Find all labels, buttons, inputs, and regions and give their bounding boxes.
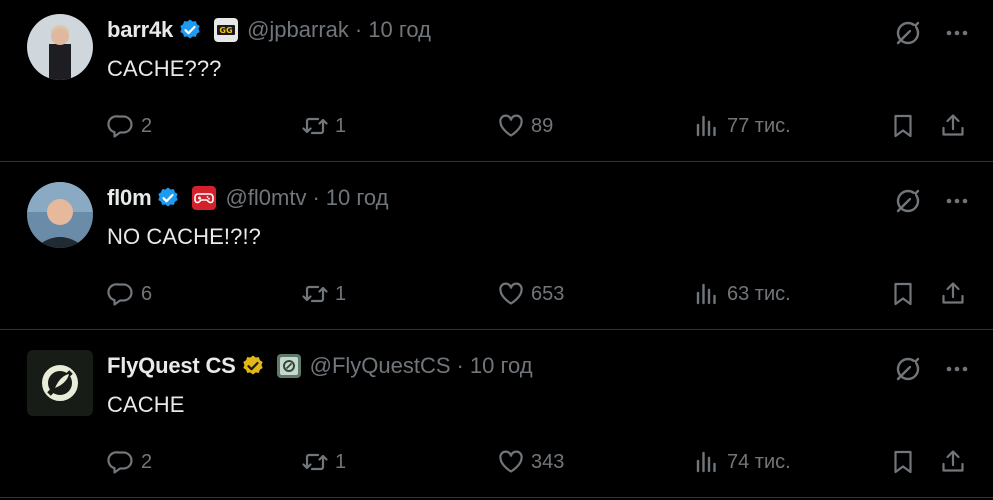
share-button[interactable] xyxy=(939,276,967,312)
reply-icon xyxy=(107,283,133,306)
retweet-icon xyxy=(302,117,328,135)
more-options-icon[interactable] xyxy=(943,187,971,215)
verified-badge-icon xyxy=(178,18,202,42)
grok-icon[interactable] xyxy=(893,354,923,384)
heart-icon xyxy=(499,282,523,305)
tweet-feed: barr4k GG @jpbarrak · 10 год CACHE??? 2 xyxy=(0,0,993,500)
analytics-icon xyxy=(696,451,716,473)
retweet-button[interactable]: 1 xyxy=(301,276,346,312)
reply-count: 6 xyxy=(141,282,153,305)
avatar[interactable] xyxy=(27,350,93,416)
tweet-actions: 2 1 343 74 тис. xyxy=(107,444,973,480)
bookmark-icon xyxy=(894,450,912,474)
analytics-icon xyxy=(696,283,716,305)
grok-icon[interactable] xyxy=(893,18,923,48)
views-count: 74 тис. xyxy=(727,450,791,473)
retweet-count: 1 xyxy=(335,114,347,137)
tweet-top-actions xyxy=(893,18,971,48)
flyquest-org-icon[interactable] xyxy=(276,354,301,378)
views-button[interactable]: 77 тис. xyxy=(693,108,791,144)
separator-dot: · xyxy=(312,185,320,210)
tweet[interactable]: FlyQuest CS @FlyQuestCS · 10 год CACHE 2 xyxy=(0,330,993,498)
share-button[interactable] xyxy=(939,444,967,480)
tweet-text: CACHE??? xyxy=(107,56,222,81)
share-icon xyxy=(942,450,964,472)
reply-button[interactable]: 6 xyxy=(107,276,152,312)
share-icon xyxy=(942,114,964,136)
avatar[interactable] xyxy=(27,14,93,80)
timestamp[interactable]: 10 год xyxy=(326,185,389,211)
heart-icon xyxy=(499,114,523,137)
grok-icon[interactable] xyxy=(893,186,923,216)
bookmark-button[interactable] xyxy=(889,108,917,144)
avatar[interactable] xyxy=(27,182,93,248)
display-name[interactable]: fl0m xyxy=(107,185,152,211)
user-handle[interactable]: @fl0mtv xyxy=(225,185,306,211)
analytics-icon xyxy=(696,115,716,137)
reply-button[interactable]: 2 xyxy=(107,108,152,144)
heart-icon xyxy=(499,450,523,473)
tweet[interactable]: barr4k GG @jpbarrak · 10 год CACHE??? 2 xyxy=(0,0,993,162)
separator-dot: · xyxy=(456,353,464,378)
more-options-icon[interactable] xyxy=(943,19,971,47)
reply-count: 2 xyxy=(141,114,153,137)
retweet-icon xyxy=(302,453,328,471)
retweet-button[interactable]: 1 xyxy=(301,108,346,144)
user-handle[interactable]: @jpbarrak xyxy=(247,17,349,43)
tweet-top-actions xyxy=(893,186,971,216)
display-name[interactable]: FlyQuest CS xyxy=(107,353,236,379)
share-icon xyxy=(942,282,964,304)
bookmark-icon xyxy=(894,282,912,306)
retweet-icon xyxy=(302,285,328,303)
team-logo-icon[interactable]: GG xyxy=(214,18,239,42)
like-button[interactable]: 89 xyxy=(497,108,553,144)
reply-button[interactable]: 2 xyxy=(107,444,152,480)
reply-icon xyxy=(107,115,133,138)
bookmark-button[interactable] xyxy=(889,444,917,480)
retweet-button[interactable]: 1 xyxy=(301,444,346,480)
bookmark-icon xyxy=(894,114,912,138)
tweet-header: barr4k GG @jpbarrak · 10 год xyxy=(107,16,431,44)
like-count: 89 xyxy=(531,114,554,137)
share-button[interactable] xyxy=(939,108,967,144)
views-count: 63 тис. xyxy=(727,282,791,305)
tweet-top-actions xyxy=(893,354,971,384)
verified-org-badge-icon xyxy=(241,354,265,378)
views-button[interactable]: 74 тис. xyxy=(693,444,791,480)
tweet-text: CACHE xyxy=(107,392,185,417)
like-button[interactable]: 653 xyxy=(497,276,564,312)
tweet-actions: 6 1 653 63 тис. xyxy=(107,276,973,312)
views-count: 77 тис. xyxy=(727,114,791,137)
views-button[interactable]: 63 тис. xyxy=(693,276,791,312)
tweet-header: FlyQuest CS @FlyQuestCS · 10 год xyxy=(107,352,533,380)
reply-icon xyxy=(107,451,133,474)
reply-count: 2 xyxy=(141,450,153,473)
display-name[interactable]: barr4k xyxy=(107,17,173,43)
like-count: 653 xyxy=(531,282,565,305)
like-count: 343 xyxy=(531,450,565,473)
tweet[interactable]: fl0m @fl0mtv · 10 год NO CACHE!?!? 6 1 6… xyxy=(0,162,993,330)
tweet-actions: 2 1 89 77 тис. xyxy=(107,108,973,144)
svg-text:GG: GG xyxy=(220,26,233,35)
tweet-header: fl0m @fl0mtv · 10 год xyxy=(107,184,389,212)
separator-dot: · xyxy=(354,17,363,42)
user-handle[interactable]: @FlyQuestCS xyxy=(310,353,451,379)
timestamp[interactable]: 10 год xyxy=(368,17,431,43)
tweet-text: NO CACHE!?!? xyxy=(107,224,262,249)
gamepad-icon[interactable] xyxy=(192,186,217,210)
like-button[interactable]: 343 xyxy=(497,444,564,480)
retweet-count: 1 xyxy=(335,450,347,473)
verified-badge-icon xyxy=(156,186,180,210)
retweet-count: 1 xyxy=(335,282,347,305)
timestamp[interactable]: 10 год xyxy=(470,353,533,379)
more-options-icon[interactable] xyxy=(943,355,971,383)
bookmark-button[interactable] xyxy=(889,276,917,312)
